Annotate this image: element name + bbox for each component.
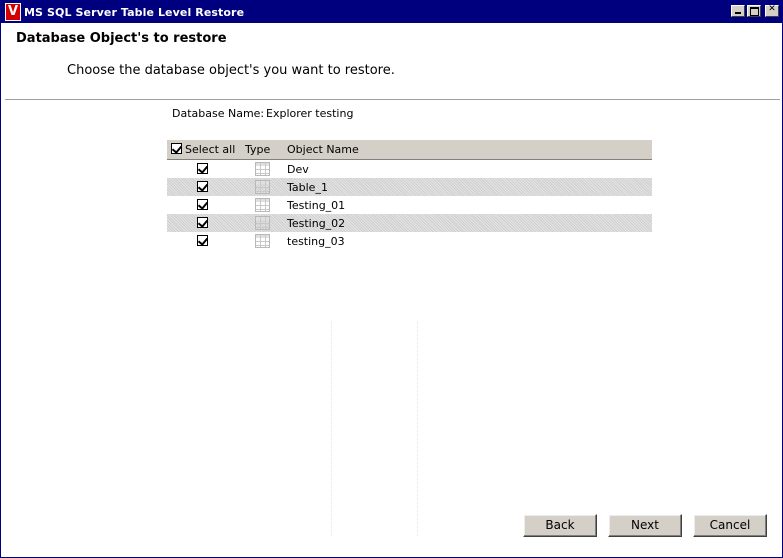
grid-header: Select all Type Object Name xyxy=(167,140,652,160)
database-name-value: Explorer testing xyxy=(266,107,354,120)
divider-line xyxy=(331,321,332,536)
select-all-checkbox[interactable] xyxy=(171,143,182,154)
window-controls: ✕ xyxy=(731,4,779,17)
next-button[interactable]: Next xyxy=(608,514,682,537)
row-checkbox[interactable] xyxy=(197,199,208,210)
object-name: Testing_02 xyxy=(287,217,346,230)
row-checkbox[interactable] xyxy=(197,181,208,192)
minimize-icon xyxy=(735,12,741,14)
row-checkbox[interactable] xyxy=(197,163,208,174)
title-bar: V MS SQL Server Table Level Restore ✕ xyxy=(1,1,782,23)
object-grid: Select all Type Object Name Dev Table_1 … xyxy=(167,140,652,250)
table-row[interactable]: Dev xyxy=(167,160,652,178)
back-button[interactable]: Back xyxy=(523,514,597,537)
close-button[interactable]: ✕ xyxy=(765,4,779,17)
object-name: Dev xyxy=(287,163,309,176)
column-header-object-name[interactable]: Object Name xyxy=(287,143,359,156)
table-icon xyxy=(255,162,270,176)
divider-line xyxy=(417,321,418,536)
row-checkbox[interactable] xyxy=(197,235,208,246)
restore-wizard-window: V MS SQL Server Table Level Restore ✕ Da… xyxy=(0,0,783,558)
table-icon xyxy=(255,198,270,212)
table-icon xyxy=(255,234,270,248)
cancel-button[interactable]: Cancel xyxy=(693,514,767,537)
close-icon: ✕ xyxy=(768,4,776,14)
table-icon xyxy=(255,180,270,194)
header-divider xyxy=(5,99,780,101)
table-row[interactable]: Testing_01 xyxy=(167,196,652,214)
window-title: MS SQL Server Table Level Restore xyxy=(24,5,245,19)
table-row[interactable]: Table_1 xyxy=(167,178,652,196)
select-all-label[interactable]: Select all xyxy=(185,143,235,156)
maximize-icon xyxy=(750,7,759,16)
table-row[interactable]: Testing_02 xyxy=(167,214,652,232)
table-row[interactable]: testing_03 xyxy=(167,232,652,250)
database-name-label: Database Name: xyxy=(172,107,265,120)
app-logo-icon: V xyxy=(5,3,21,21)
minimize-button[interactable] xyxy=(731,5,745,17)
table-icon xyxy=(255,216,270,230)
object-name: Testing_01 xyxy=(287,199,346,212)
row-checkbox[interactable] xyxy=(197,217,208,228)
object-name: Table_1 xyxy=(287,181,328,194)
maximize-button[interactable] xyxy=(747,5,761,17)
page-title: Database Object's to restore xyxy=(16,31,227,46)
object-name: testing_03 xyxy=(287,235,345,248)
column-header-type[interactable]: Type xyxy=(245,143,270,156)
page-subtitle: Choose the database object's you want to… xyxy=(67,63,395,78)
